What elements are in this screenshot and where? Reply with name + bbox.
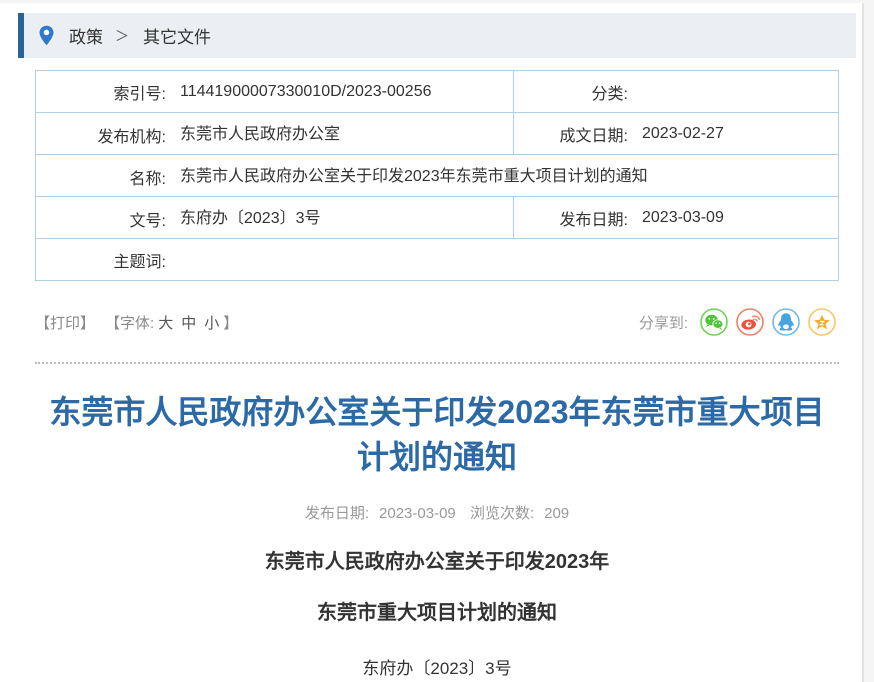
table-row: 发布机构: 东莞市人民政府办公室 成文日期: 2023-02-27 (36, 113, 839, 155)
publish-date-label: 发布日期: (305, 505, 369, 522)
dotted-divider (35, 362, 839, 364)
article-title: 东莞市人民政府办公室关于印发2023年东莞市重大项目计划的通知 (37, 390, 837, 480)
views-value: 209 (544, 505, 569, 522)
page: 政策 ＞ 其它文件 索引号: 11441900007330010D/2023-00… (0, 0, 874, 682)
field-keywords: 主题词: (36, 239, 839, 281)
share-bar: 分享到: (639, 308, 836, 336)
field-label: 成文日期: (514, 122, 628, 146)
table-row: 索引号: 11441900007330010D/2023-00256 分类: (36, 71, 839, 113)
page-right-gutter (862, 3, 874, 682)
location-pin-icon (38, 25, 55, 46)
document-number: 东府办〔2023〕3号 (0, 654, 874, 679)
font-size-controls: 【字体:大中小】 (105, 312, 238, 333)
print-button[interactable]: 【打印】 (35, 312, 95, 333)
table-row: 文号: 东府办〔2023〕3号 发布日期: 2023-03-09 (36, 197, 839, 239)
breadcrumb-separator-icon: ＞ (115, 26, 129, 46)
field-label: 发布日期: (514, 206, 628, 230)
field-value: 东府办〔2023〕3号 (180, 210, 321, 227)
field-value: 2023-03-09 (642, 209, 724, 226)
breadcrumb-link-current[interactable]: 其它文件 (143, 23, 211, 48)
field-index-number: 索引号: 11441900007330010D/2023-00256 (36, 71, 514, 113)
breadcrumb-link-section[interactable]: 政策 (69, 23, 103, 48)
share-weibo-icon[interactable] (736, 308, 764, 336)
share-wechat-icon[interactable] (700, 308, 728, 336)
field-value: 2023-02-27 (642, 125, 724, 142)
table-row: 主题词: (36, 239, 839, 281)
document-info-table: 索引号: 11441900007330010D/2023-00256 分类: 发布… (35, 70, 839, 281)
font-size-small-button[interactable]: 小 (204, 315, 219, 332)
views-label: 浏览次数: (470, 505, 534, 522)
field-publish-date: 发布日期: 2023-03-09 (514, 197, 839, 239)
share-qzone-favorite-icon[interactable] (808, 308, 836, 336)
article-meta: 发布日期: 2023-03-09 浏览次数: 209 (0, 502, 874, 523)
field-document-name: 名称: 东莞市人民政府办公室关于印发2023年东莞市重大项目计划的通知 (36, 155, 839, 197)
field-label: 发布机构: (36, 123, 166, 147)
field-value: 11441900007330010D/2023-00256 (180, 83, 432, 100)
field-written-date: 成文日期: 2023-02-27 (514, 113, 839, 155)
table-row: 名称: 东莞市人民政府办公室关于印发2023年东莞市重大项目计划的通知 (36, 155, 839, 197)
font-size-label-close: 】 (223, 315, 238, 332)
breadcrumb: 政策 ＞ 其它文件 (18, 13, 856, 58)
document-heading-line1: 东莞市人民政府办公室关于印发2023年 (0, 550, 874, 574)
field-label: 索引号: (36, 80, 166, 104)
field-document-number: 文号: 东府办〔2023〕3号 (36, 197, 514, 239)
field-label: 分类: (514, 80, 628, 104)
toolbar: 【打印】 【字体:大中小】 分享到: (35, 307, 836, 337)
field-value: 东莞市人民政府办公室 (180, 126, 340, 143)
field-label: 名称: (36, 165, 166, 189)
font-size-medium-button[interactable]: 中 (181, 315, 196, 332)
font-size-label: 【字体: (105, 315, 154, 332)
document-heading-line2: 东莞市重大项目计划的通知 (0, 601, 874, 625)
field-category: 分类: (514, 71, 839, 113)
field-label: 主题词: (36, 248, 166, 272)
field-value: 东莞市人民政府办公室关于印发2023年东莞市重大项目计划的通知 (180, 168, 648, 185)
publish-date-value: 2023-03-09 (379, 505, 456, 522)
font-size-large-button[interactable]: 大 (158, 315, 173, 332)
share-label: 分享到: (639, 312, 688, 333)
field-label: 文号: (36, 207, 166, 231)
field-issuing-agency: 发布机构: 东莞市人民政府办公室 (36, 113, 514, 155)
share-qq-icon[interactable] (772, 308, 800, 336)
